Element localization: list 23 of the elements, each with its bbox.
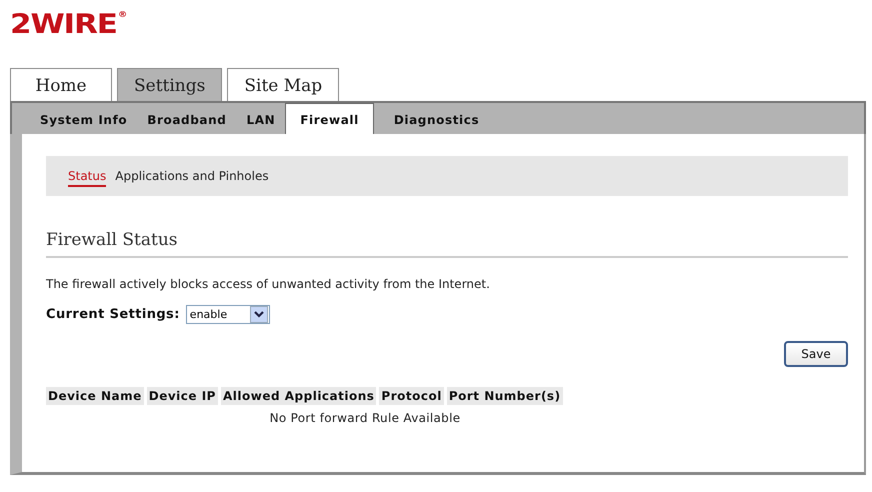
nav-tab[interactable]: Site Map — [227, 68, 340, 101]
sub-tab[interactable]: Firewall — [285, 103, 374, 134]
column-header: Protocol — [379, 387, 444, 405]
setting-dropdown[interactable]: enable — [186, 305, 270, 324]
section-heading: Firewall Status — [46, 230, 848, 258]
sub-tab[interactable]: System Info — [30, 108, 138, 134]
sub-tab[interactable]: Diagnostics — [384, 108, 490, 134]
save-button[interactable]: Save — [784, 341, 848, 367]
setting-label: Current Settings: — [46, 307, 180, 322]
column-header: Allowed Applications — [220, 387, 376, 405]
section-link[interactable]: Applications and Pinholes — [115, 166, 269, 186]
sub-tab[interactable]: Broadband — [137, 108, 236, 134]
nav-tab[interactable]: Settings — [117, 68, 222, 101]
description-text: The firewall actively blocks access of unwanted activity from the Internet. — [46, 277, 491, 291]
column-header: Port Number(s) — [446, 387, 563, 405]
caret-icon — [250, 306, 268, 323]
logo: 2WIRE® — [10, 10, 126, 40]
nav-tab[interactable]: Home — [10, 68, 112, 101]
section-link[interactable]: Status — [68, 166, 106, 186]
sub-tab[interactable]: LAN — [236, 108, 286, 134]
column-header: Device Name — [46, 387, 144, 405]
column-header: Device IP — [146, 387, 218, 405]
empty-message: No Port forward Rule Available — [268, 411, 462, 425]
